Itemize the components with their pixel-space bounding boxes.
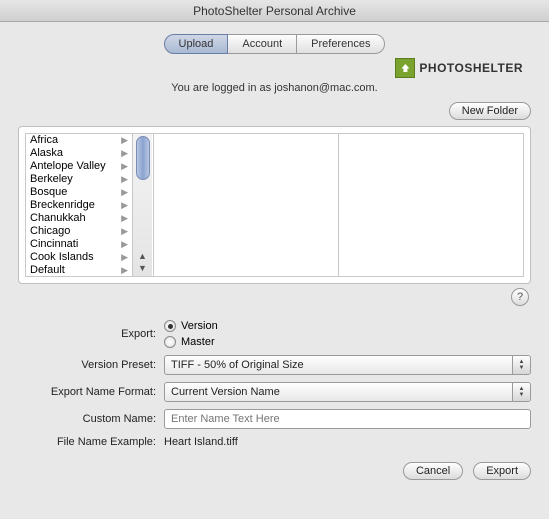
select-value: TIFF - 50% of Original Size (165, 359, 512, 371)
photoshelter-logo-icon (395, 58, 415, 78)
help-button[interactable]: ? (511, 288, 529, 306)
footer-buttons: Cancel Export (18, 462, 531, 480)
list-item: Chicago▶ (26, 225, 132, 238)
export-name-format-label: Export Name Format: (18, 386, 156, 398)
list-item: Antelope Valley▶ (26, 160, 132, 173)
custom-name-input[interactable] (164, 409, 531, 429)
export-button[interactable]: Export (473, 462, 531, 480)
brand-row: PHOTOSHELTER (18, 58, 523, 78)
chevron-right-icon: ▶ (121, 186, 128, 199)
chevron-right-icon: ▶ (121, 212, 128, 225)
file-name-example-label: File Name Example: (18, 436, 156, 448)
updown-arrows-icon: ▲▼ (512, 383, 530, 401)
login-status: You are logged in as joshanon@mac.com. (18, 82, 531, 94)
scrollbar[interactable]: ▲ ▼ (132, 134, 152, 276)
tab-bar: Upload Account Preferences (18, 34, 531, 54)
radio-icon (164, 336, 176, 348)
folder-browser: Africa▶ Alaska▶ Antelope Valley▶ Berkele… (18, 126, 531, 284)
export-radios: Version Master (164, 320, 531, 348)
tab-preferences[interactable]: Preferences (297, 34, 385, 54)
chevron-right-icon: ▶ (121, 199, 128, 212)
brand-text: PHOTOSHELTER (419, 61, 523, 75)
export-radio-version[interactable]: Version (164, 320, 531, 332)
export-name-format-select[interactable]: Current Version Name ▲▼ (164, 382, 531, 402)
updown-arrows-icon: ▲▼ (512, 356, 530, 374)
file-name-example-value: Heart Island.tiff (164, 436, 531, 448)
chevron-right-icon: ▶ (121, 225, 128, 238)
folder-list[interactable]: Africa▶ Alaska▶ Antelope Valley▶ Berkele… (26, 134, 132, 276)
export-label: Export: (18, 328, 156, 340)
chevron-right-icon: ▶ (121, 160, 128, 173)
list-item: Cook Islands▶ (26, 251, 132, 264)
new-folder-button[interactable]: New Folder (449, 102, 531, 120)
scroll-up-icon[interactable]: ▲ (136, 250, 150, 262)
chevron-right-icon: ▶ (121, 238, 128, 251)
tab-account[interactable]: Account (228, 34, 297, 54)
column-view: Africa▶ Alaska▶ Antelope Valley▶ Berkele… (25, 133, 524, 277)
chevron-right-icon: ▶ (121, 173, 128, 186)
cancel-button[interactable]: Cancel (403, 462, 463, 480)
version-preset-label: Version Preset: (18, 359, 156, 371)
list-item: Bosque▶ (26, 186, 132, 199)
scroll-thumb[interactable] (136, 136, 150, 180)
export-form: Export: Version Master Version Preset: T… (18, 320, 531, 448)
list-item: Africa▶ (26, 134, 132, 147)
version-preset-select[interactable]: TIFF - 50% of Original Size ▲▼ (164, 355, 531, 375)
folder-column-1: Africa▶ Alaska▶ Antelope Valley▶ Berkele… (26, 134, 154, 276)
folder-column-2[interactable] (154, 134, 339, 276)
tab-upload[interactable]: Upload (164, 34, 229, 54)
select-value: Current Version Name (165, 386, 512, 398)
chevron-right-icon: ▶ (121, 134, 128, 147)
window-body: Upload Account Preferences PHOTOSHELTER … (0, 22, 549, 494)
export-radio-master[interactable]: Master (164, 336, 531, 348)
list-item: Chanukkah▶ (26, 212, 132, 225)
scroll-down-icon[interactable]: ▼ (136, 262, 150, 274)
chevron-right-icon: ▶ (121, 147, 128, 160)
list-item: Default▶ (26, 264, 132, 276)
list-item: Alaska▶ (26, 147, 132, 160)
folder-column-3[interactable] (339, 134, 523, 276)
radio-label: Master (181, 336, 215, 348)
list-item: Cincinnati▶ (26, 238, 132, 251)
list-item: Breckenridge▶ (26, 199, 132, 212)
radio-label: Version (181, 320, 218, 332)
custom-name-label: Custom Name: (18, 413, 156, 425)
chevron-right-icon: ▶ (121, 251, 128, 264)
list-item: Berkeley▶ (26, 173, 132, 186)
chevron-right-icon: ▶ (121, 264, 128, 276)
radio-icon (164, 320, 176, 332)
window-title: PhotoShelter Personal Archive (0, 0, 549, 22)
